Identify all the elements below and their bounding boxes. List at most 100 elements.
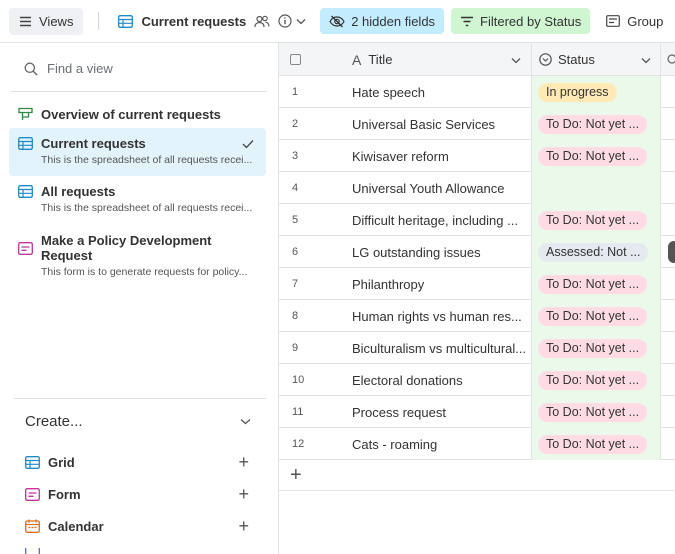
table-row[interactable]: 10 Electoral donations To Do: Not yet ...: [279, 364, 675, 396]
title-text: Human rights vs human res...: [352, 308, 522, 324]
view-search-input[interactable]: [47, 61, 247, 76]
status-pill: Assessed: Not ...: [538, 242, 649, 262]
sidebar-view-overview[interactable]: Overview of current requests: [9, 103, 266, 125]
create-calendar-view[interactable]: Calendar +: [25, 517, 249, 535]
plus-icon[interactable]: +: [238, 485, 249, 503]
select-all-cell: [279, 43, 341, 76]
create-label: Create...: [25, 413, 83, 430]
group-button[interactable]: Group: [599, 8, 670, 34]
column-header-next[interactable]: [661, 43, 675, 76]
create-grid-view[interactable]: Grid +: [25, 453, 249, 471]
filter-button[interactable]: Filtered by Status: [451, 8, 591, 34]
group-icon: [606, 15, 621, 27]
views-label: Views: [39, 13, 74, 29]
search-icon: [24, 62, 38, 76]
view-search: [24, 61, 247, 76]
grid-icon: [18, 137, 33, 150]
sidebar-view-policy-request-form[interactable]: Make a Policy Development Request This f…: [9, 233, 266, 278]
select-all-checkbox[interactable]: [290, 54, 301, 65]
table-row[interactable]: 8 Human rights vs human res... To Do: Not …: [279, 300, 675, 332]
table-row[interactable]: 7 Philanthropy To Do: Not yet ...: [279, 268, 675, 300]
status-cell[interactable]: To Do: Not yet ...: [532, 140, 661, 172]
text-field-icon: A: [352, 51, 362, 68]
column-header-status[interactable]: Status: [532, 43, 661, 76]
chevron-down-icon[interactable]: [511, 52, 521, 67]
status-pill: To Do: Not yet ...: [538, 274, 648, 294]
table-row[interactable]: 11 Process request To Do: Not yet ...: [279, 396, 675, 428]
title-cell[interactable]: Process request: [341, 396, 532, 428]
create-section-header[interactable]: Create...: [25, 413, 251, 430]
status-cell[interactable]: To Do: Not yet ...: [532, 332, 661, 364]
table-row[interactable]: 3 Kiwisaver reform To Do: Not yet ...: [279, 140, 675, 172]
row-number: 8: [292, 310, 299, 322]
status-pill: To Do: Not yet ...: [538, 402, 648, 422]
row-number: 6: [292, 246, 299, 258]
status-cell[interactable]: To Do: Not yet ...: [532, 428, 661, 460]
collaborators-icon[interactable]: [254, 15, 270, 28]
sidebar-view-all-requests[interactable]: All requests This is the spreadsheet of …: [9, 184, 266, 224]
title-text: Hate speech: [352, 84, 425, 100]
status-cell[interactable]: To Do: Not yet ...: [532, 268, 661, 300]
title-cell[interactable]: Philanthropy: [341, 268, 532, 300]
form-icon: [25, 487, 40, 501]
status-cell[interactable]: [532, 172, 661, 204]
records-grid: A Title Status 1 Hate speech In progress 2…: [279, 43, 675, 554]
group-label: Group: [627, 13, 664, 29]
title-cell[interactable]: Difficult heritage, including ...: [341, 204, 532, 236]
row-number: 2: [292, 118, 299, 130]
row-number: 11: [292, 406, 304, 418]
plus-icon[interactable]: +: [238, 453, 249, 471]
column-header-title[interactable]: A Title: [341, 43, 532, 76]
table-row[interactable]: 5 Difficult heritage, including ... To Do:…: [279, 204, 675, 236]
current-view-menu[interactable]: Current requests: [118, 14, 306, 29]
status-pill: To Do: Not yet ...: [538, 370, 648, 390]
table-row[interactable]: 4 Universal Youth Allowance: [279, 172, 675, 204]
title-text: Philanthropy: [352, 276, 425, 292]
title-cell[interactable]: Human rights vs human res...: [341, 300, 532, 332]
row-number: 1: [292, 86, 299, 98]
title-text: Universal Youth Allowance: [352, 180, 505, 196]
chevron-down-icon[interactable]: [641, 52, 651, 67]
plus-icon: +: [290, 463, 302, 486]
status-cell[interactable]: To Do: Not yet ...: [532, 108, 661, 140]
table-row[interactable]: 1 Hate speech In progress: [279, 76, 675, 108]
status-cell[interactable]: To Do: Not yet ...: [532, 364, 661, 396]
table-row[interactable]: 2 Universal Basic Services To Do: Not yet …: [279, 108, 675, 140]
create-item-label: Calendar: [48, 518, 104, 534]
chevron-down-icon[interactable]: [240, 418, 251, 425]
title-cell[interactable]: LG outstanding issues: [341, 236, 532, 268]
add-record-button[interactable]: +: [279, 460, 675, 491]
title-cell[interactable]: Hate speech: [341, 76, 532, 108]
hide-fields-button[interactable]: 2 hidden fields: [320, 8, 445, 34]
status-pill: To Do: Not yet ...: [538, 114, 648, 134]
status-cell[interactable]: To Do: Not yet ...: [532, 300, 661, 332]
create-form-view[interactable]: Form +: [25, 485, 249, 503]
plus-icon[interactable]: +: [238, 517, 249, 535]
title-cell[interactable]: Universal Basic Services: [341, 108, 532, 140]
current-view-name: Current requests: [141, 13, 247, 29]
sidebar-view-current-requests[interactable]: Current requests This is the spreadsheet…: [9, 128, 266, 176]
info-icon[interactable]: [278, 14, 292, 28]
table-row[interactable]: 9 Biculturalism vs multicultural... To Do:…: [279, 332, 675, 364]
status-cell[interactable]: To Do: Not yet ...: [532, 396, 661, 428]
grid-rows: 1 Hate speech In progress 2 Universal Basic…: [279, 76, 675, 491]
toolbar-divider: [98, 12, 100, 30]
single-select-icon: [539, 53, 552, 66]
chevron-down-icon[interactable]: [296, 18, 306, 25]
search-icon: [666, 53, 675, 66]
title-cell[interactable]: Kiwisaver reform: [341, 140, 532, 172]
title-cell[interactable]: Electoral donations: [341, 364, 532, 396]
title-text: Process request: [352, 404, 446, 420]
status-cell[interactable]: Assessed: Not ...: [532, 236, 661, 268]
title-cell[interactable]: Universal Youth Allowance: [341, 172, 532, 204]
table-row[interactable]: 6 LG outstanding issues Assessed: Not ...: [279, 236, 675, 268]
title-cell[interactable]: Biculturalism vs multicultural...: [341, 332, 532, 364]
title-cell[interactable]: Cats - roaming: [341, 428, 532, 460]
scroll-handle[interactable]: [668, 241, 675, 263]
table-row[interactable]: 12 Cats - roaming To Do: Not yet ...: [279, 428, 675, 460]
sidebar-view-title: All requests: [41, 184, 116, 199]
views-toggle-button[interactable]: Views: [9, 7, 84, 35]
status-cell[interactable]: In progress: [532, 76, 661, 108]
status-pill: To Do: Not yet ...: [538, 434, 648, 454]
status-cell[interactable]: To Do: Not yet ...: [532, 204, 661, 236]
